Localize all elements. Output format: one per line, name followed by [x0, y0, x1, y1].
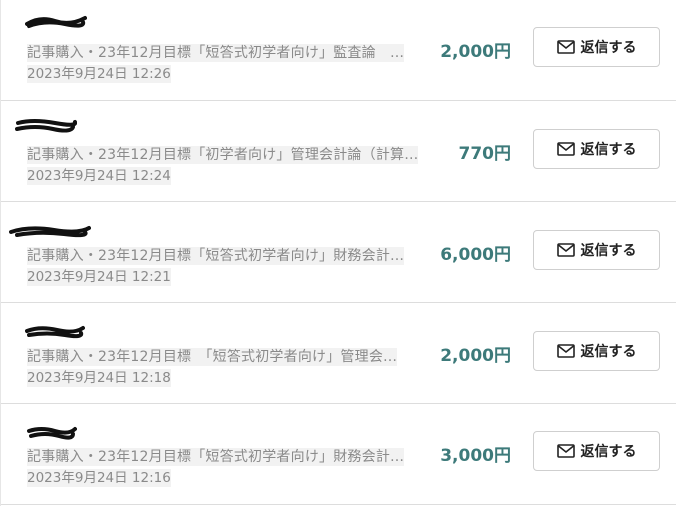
price: 6,000円: [440, 245, 511, 265]
reply-label: 返信する: [580, 444, 637, 460]
redacted-name: [25, 16, 87, 28]
reply-label: 返信する: [580, 142, 637, 158]
reply-button[interactable]: 返信する: [533, 230, 660, 270]
mail-icon: [556, 344, 575, 358]
price: 3,000円: [440, 446, 511, 466]
message-title: 記事購入・23年12月目標「短答式初学者向け」財務会計…: [27, 247, 405, 265]
reply-button[interactable]: 返信する: [533, 129, 660, 169]
message-title: 記事購入・23年12月目標「短答式初学者向け」財務会計…: [27, 448, 405, 466]
mail-icon: [556, 40, 575, 54]
reply-button[interactable]: 返信する: [533, 331, 660, 371]
message-list: 記事購入・23年12月目標「短答式初学者向け」監査論 … 2023年9月24日 …: [0, 0, 676, 506]
message-date: 2023年9月24日 12:21: [27, 268, 171, 286]
list-item[interactable]: 記事購入・23年12月目標「短答式初学者向け」財務会計… 2023年9月24日 …: [1, 404, 676, 505]
reply-label: 返信する: [580, 40, 637, 56]
reply-button[interactable]: 返信する: [533, 27, 660, 67]
message-date: 2023年9月24日 12:24: [27, 167, 171, 185]
redacted-name: [9, 226, 91, 238]
reply-label: 返信する: [580, 243, 637, 259]
price: 2,000円: [440, 42, 511, 62]
message-title: 記事購入・23年12月目標「短答式初学者向け」監査論 …: [27, 44, 405, 62]
redacted-name: [25, 326, 85, 339]
reply-button[interactable]: 返信する: [533, 431, 660, 471]
list-item[interactable]: 記事購入・23年12月目標「短答式初学者向け」財務会計… 2023年9月24日 …: [1, 202, 676, 303]
reply-label: 返信する: [580, 344, 637, 360]
list-item[interactable]: 記事購入・23年12月目標「初学者向け」管理会計論（計算… 2023年9月24日…: [1, 101, 676, 202]
list-item[interactable]: 記事購入・23年12月目標「短答式初学者向け」監査論 … 2023年9月24日 …: [1, 0, 676, 101]
price: 2,000円: [440, 346, 511, 366]
redacted-name: [15, 119, 77, 133]
message-title: 記事購入・23年12月目標「初学者向け」管理会計論（計算…: [27, 146, 419, 164]
message-date: 2023年9月24日 12:26: [27, 65, 171, 83]
message-date: 2023年9月24日 12:18: [27, 369, 171, 387]
message-title: 記事購入・23年12月目標 「短答式初学者向け」管理会…: [27, 348, 398, 366]
message-date: 2023年9月24日 12:16: [27, 469, 171, 487]
mail-icon: [556, 444, 575, 458]
price: 770円: [458, 144, 512, 164]
mail-icon: [556, 142, 575, 156]
list-item[interactable]: 記事購入・23年12月目標 「短答式初学者向け」管理会… 2023年9月24日 …: [1, 303, 676, 404]
redacted-name: [27, 427, 77, 440]
mail-icon: [556, 243, 575, 257]
